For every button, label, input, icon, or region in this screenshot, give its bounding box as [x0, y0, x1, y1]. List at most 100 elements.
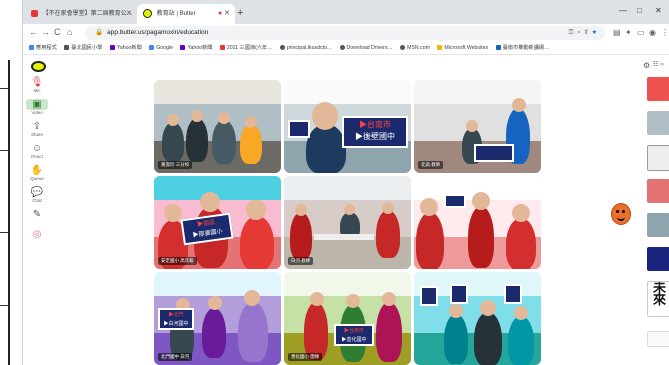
participant-thumb[interactable]	[647, 213, 669, 237]
forward-icon[interactable]: →	[41, 27, 50, 37]
video-tile[interactable]: 北高 教師	[414, 80, 541, 173]
bookmark-item[interactable]: Yahoo新聞	[180, 42, 212, 54]
participant-figure	[306, 124, 346, 173]
bookmark-label: 臺南市推動新課綱…	[502, 45, 550, 51]
bookmark-item[interactable]: 應用程式	[29, 42, 57, 54]
bookmark-item[interactable]: 臺北國民小學	[64, 42, 102, 54]
video-tile[interactable]	[414, 272, 541, 365]
participant-figure	[240, 124, 262, 164]
participant-figure	[506, 218, 536, 269]
video-tile[interactable]: 白河 教師	[284, 176, 411, 269]
react-icon: ☺	[31, 143, 43, 154]
chat-button[interactable]: 💬 Chat	[26, 187, 48, 203]
maximize-icon[interactable]: □	[637, 6, 642, 15]
new-tab-button[interactable]: +	[237, 4, 243, 22]
tab-active[interactable]: 教育站 | Butter ● ✕	[137, 4, 235, 24]
bookmark-item[interactable]: Download Drivers…	[339, 42, 393, 54]
grid-view-icon[interactable]: ☷ ‹›	[653, 61, 664, 68]
bookmark-item[interactable]: principal.tkusdcto…	[279, 42, 332, 54]
menu-icon[interactable]: ⋮	[661, 28, 669, 37]
bookmark-icon	[495, 45, 501, 51]
participant-thumb[interactable]	[647, 179, 669, 203]
participant-face	[244, 290, 260, 306]
sign-board-small	[288, 120, 310, 138]
participant-thumb[interactable]	[647, 331, 669, 347]
participant-face	[246, 200, 266, 220]
back-icon[interactable]: ←	[29, 27, 38, 37]
share-button[interactable]: ⇪ Share	[26, 121, 48, 137]
video-tile[interactable]: ▶北門 ▶白河國中 北門國中 白河	[154, 272, 281, 365]
butter-logo-icon[interactable]	[31, 61, 46, 72]
extension-icon[interactable]: ▤	[613, 28, 621, 37]
participant-face	[310, 292, 324, 306]
address-bar[interactable]: 🔒 app.butter.us/pagamoxin/education ⚿ ⌕ ⇧…	[85, 26, 605, 40]
participant-figure	[162, 122, 184, 162]
reload-icon[interactable]: C	[54, 27, 61, 37]
bookmark-label: Google	[156, 45, 173, 51]
participant-figure	[212, 120, 236, 164]
more-button[interactable]: ◎	[26, 229, 48, 240]
chat-icon: 💬	[30, 187, 44, 198]
sign-line-red: ▶北門	[168, 312, 184, 318]
bookmark-item[interactable]: Microsoft Websites	[437, 42, 488, 54]
participant-thumb-text[interactable]: 未來	[647, 281, 669, 317]
video-tile[interactable]: ▶南區 ▶那婆國小 安定國小 高年級	[154, 176, 281, 269]
tab-inactive[interactable]: 【不在家會學堂】第二屆教育公… ✕	[25, 4, 137, 24]
settings-icon[interactable]: ⚙	[643, 61, 650, 70]
video-tile[interactable]: ▶台南市 ▶後壁國中	[284, 80, 411, 173]
participant-figure	[474, 312, 502, 365]
share-icon[interactable]: ⇧	[584, 29, 588, 36]
sign-board	[420, 286, 438, 306]
mic-icon: 🎙	[30, 77, 44, 88]
close-window-icon[interactable]: ✕	[655, 6, 662, 15]
minimize-icon[interactable]: —	[619, 6, 627, 15]
notes-button[interactable]: ✎	[26, 209, 48, 220]
apps-icon	[29, 45, 34, 51]
bookmark-item[interactable]: Yahoo新聞	[109, 42, 142, 54]
bookmark-label: 應用程式	[36, 45, 57, 51]
sign-board: ▶台南市 ▶善化國中	[334, 324, 374, 346]
profile-icon[interactable]: ◉	[649, 28, 656, 37]
browser-window: 【不在家會學堂】第二屆教育公… ✕ 教育站 | Butter ● ✕ + — □…	[22, 0, 669, 365]
bookmark-item[interactable]: MSN.com	[400, 42, 430, 54]
video-tile[interactable]: 黃淑珍 三分校	[154, 80, 281, 173]
participant-face	[512, 98, 526, 112]
participant-face	[245, 116, 257, 128]
close-tab-icon[interactable]: ✕	[126, 4, 132, 24]
participant-thumb[interactable]	[647, 145, 669, 171]
participant-figure	[240, 216, 274, 269]
participant-face	[167, 114, 179, 126]
bookmark-item[interactable]: 臺南市推動新課綱…	[495, 42, 550, 54]
emoji-eye	[622, 210, 625, 213]
bookmark-item[interactable]: 2011 三國演(六年…	[219, 42, 273, 54]
bookmark-label: 臺北國民小學	[71, 45, 103, 51]
participant-figure	[202, 308, 226, 358]
participant-face	[512, 204, 530, 222]
participant-thumb[interactable]	[647, 247, 669, 271]
key-icon[interactable]: ⚿	[569, 29, 574, 36]
puzzle-icon[interactable]: ✦	[625, 28, 632, 37]
close-tab-icon[interactable]: ● ✕	[218, 4, 230, 24]
react-button[interactable]: ☺ React	[26, 143, 48, 159]
participant-thumb[interactable]	[647, 111, 669, 135]
bookmark-label: 2011 三國演(六年…	[226, 45, 273, 51]
participant-figure	[508, 316, 534, 365]
sidebar-icon[interactable]: ▭	[637, 28, 645, 37]
star-icon[interactable]: ★	[592, 29, 597, 36]
folder-icon	[64, 45, 70, 51]
zoom-icon[interactable]: ⌕	[577, 29, 581, 36]
sign-board	[474, 144, 514, 162]
participant-name: 北門國中 白河	[158, 353, 193, 361]
video-button[interactable]: ▣ Video	[26, 99, 48, 115]
gmail-icon	[31, 9, 38, 17]
participant-figure	[304, 302, 328, 360]
bookmark-item[interactable]: Google	[149, 42, 173, 54]
tool-label: Queue	[30, 176, 44, 181]
participant-face	[200, 192, 220, 212]
mic-button[interactable]: 🎙 Mic	[26, 77, 48, 93]
queue-button[interactable]: ✋ Queue	[26, 165, 48, 181]
video-tile[interactable]: ▶台南市 ▶善化國中 善化國小 團隊	[284, 272, 411, 365]
participant-thumb[interactable]	[647, 77, 669, 101]
home-icon[interactable]: ⌂	[67, 27, 72, 37]
video-tile[interactable]	[414, 176, 541, 269]
